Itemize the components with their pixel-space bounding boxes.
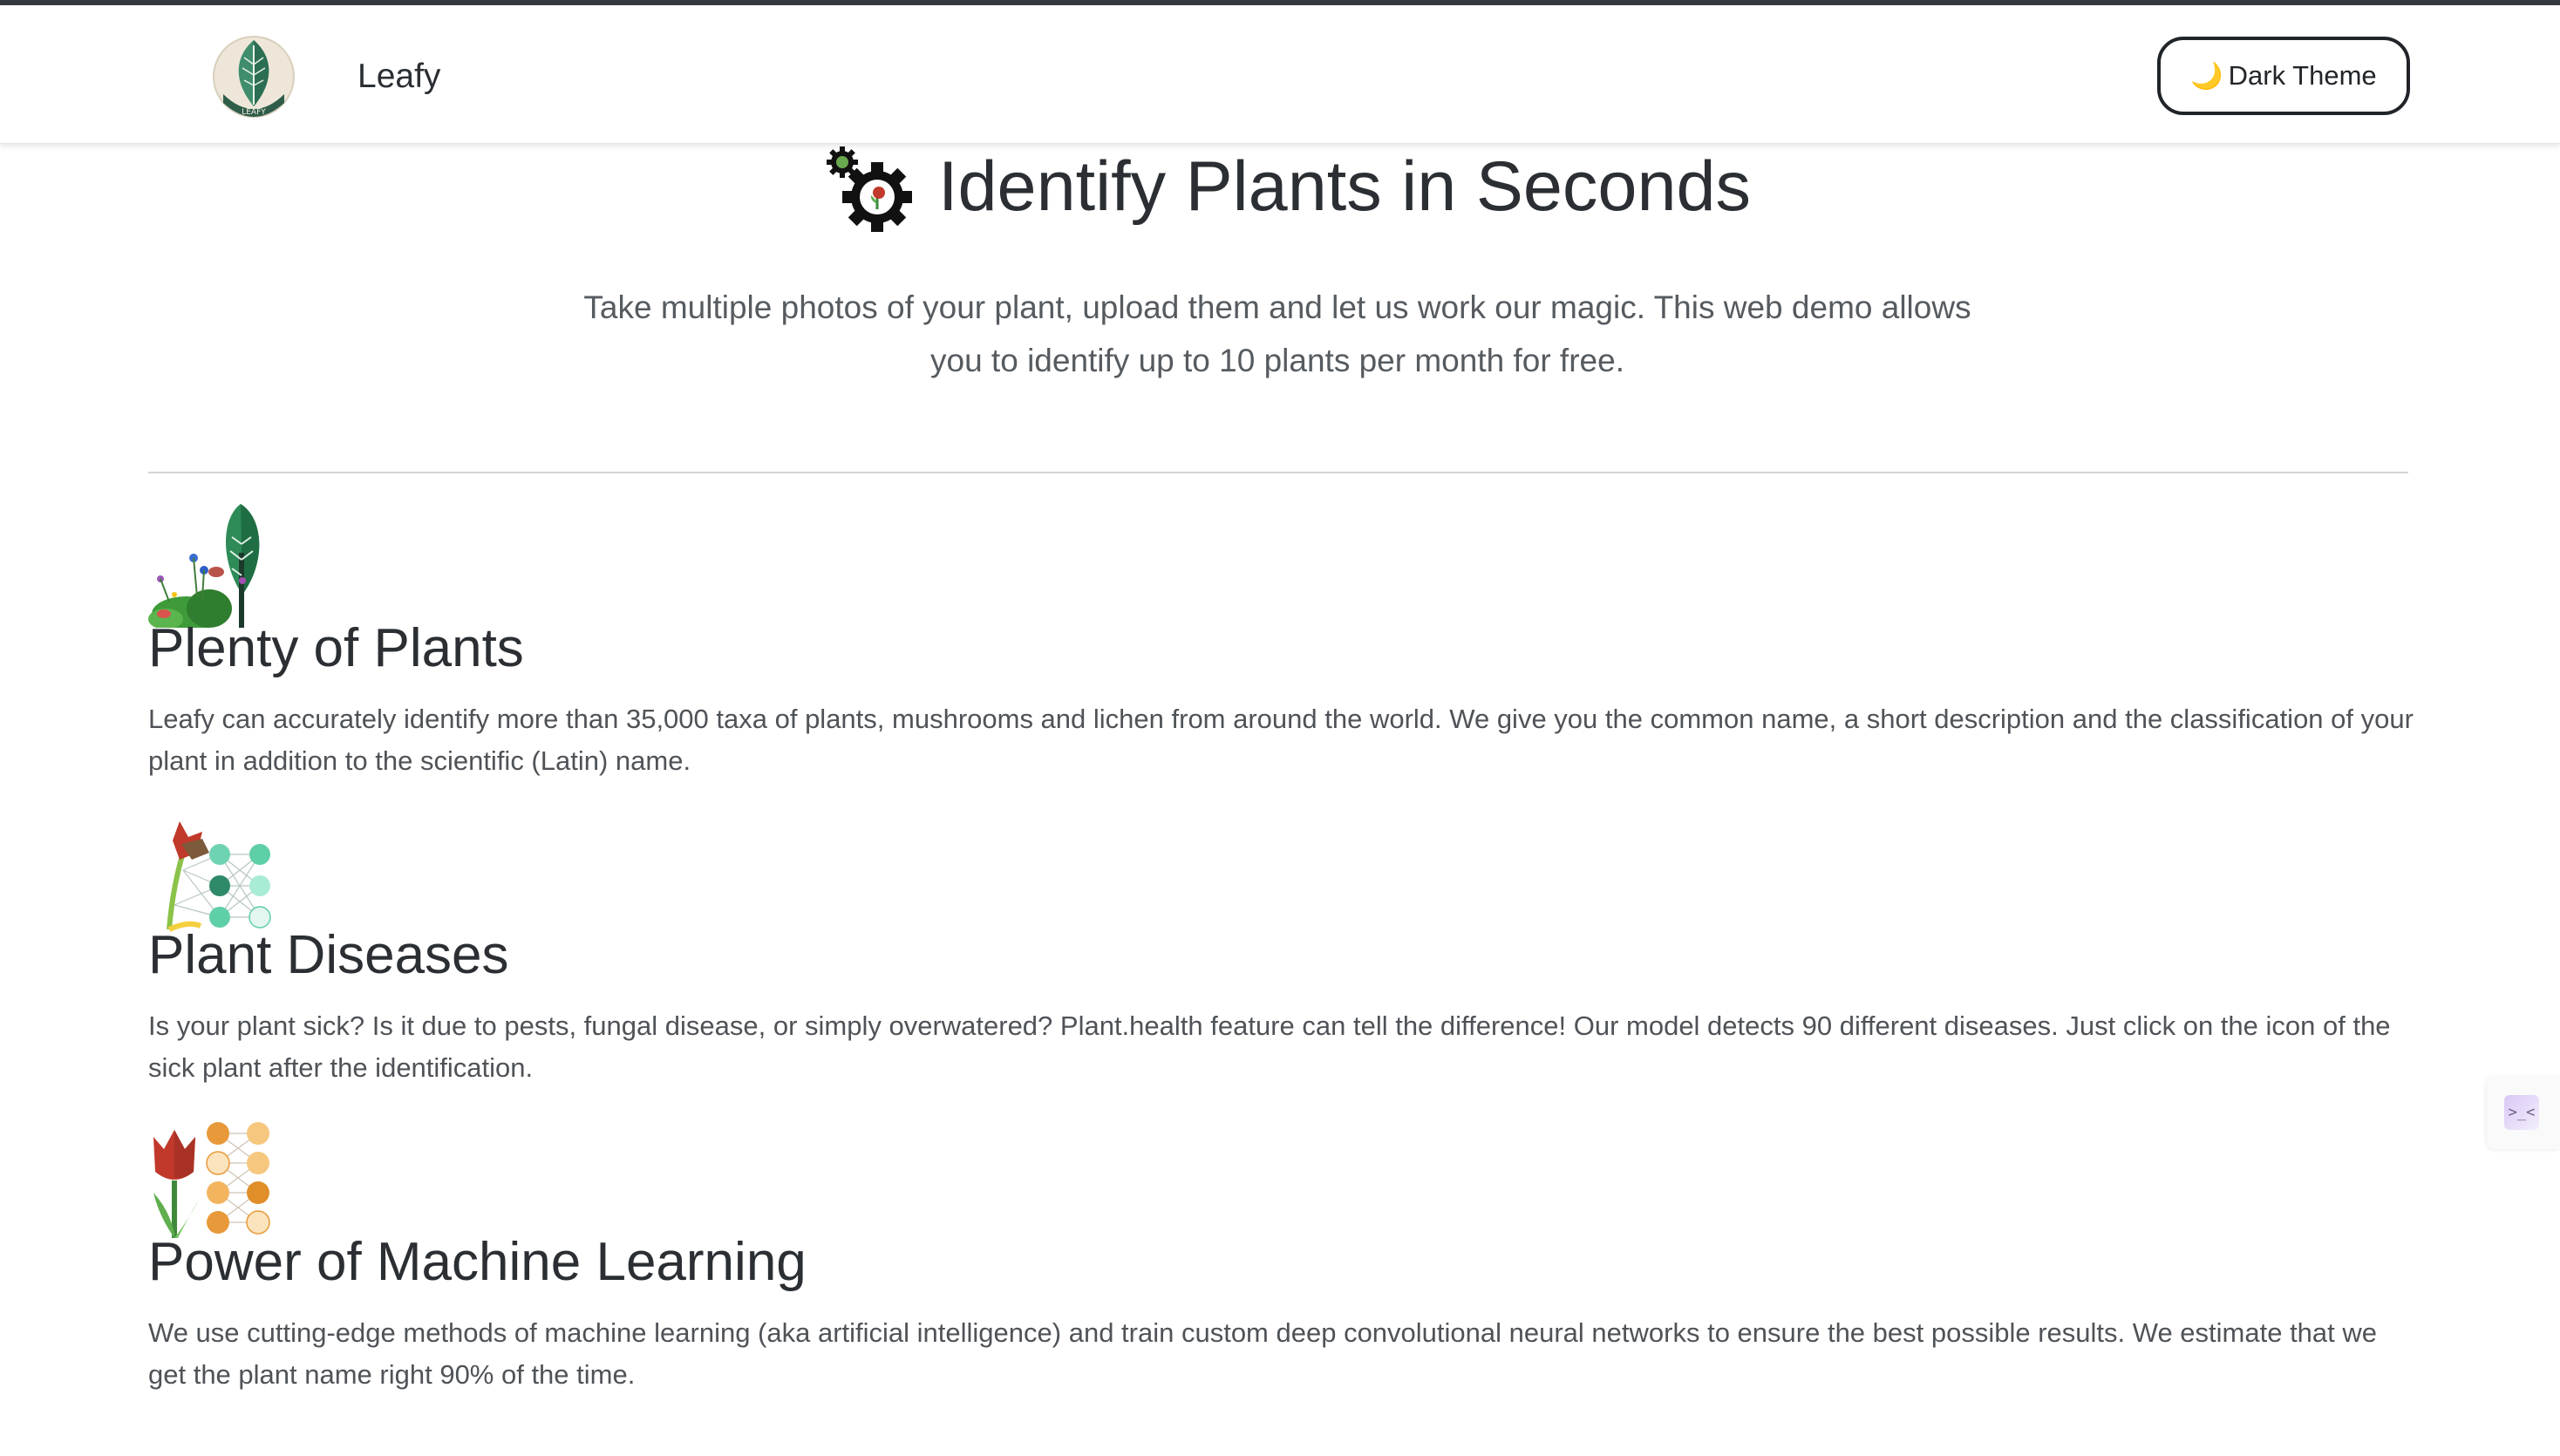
feature-title-plant-diseases: Plant Diseases [148, 925, 509, 985]
page-subtitle: Take multiple photos of your plant, uplo… [583, 289, 1971, 378]
moon-icon: 🌙 [2190, 61, 2223, 91]
tulip-network-icon [153, 1122, 270, 1238]
feature-text-machine-learning: We use cutting-edge methods of machine l… [148, 1317, 2378, 1390]
feature-title-plenty-of-plants: Plenty of Plants [148, 618, 524, 678]
section-divider [148, 472, 2408, 473]
brand-name[interactable]: Leafy [357, 58, 440, 96]
dark-theme-button[interactable]: 🌙 Dark Theme [2157, 37, 2410, 115]
page-title: Identify Plants in Seconds [938, 147, 1752, 226]
gear-plant-icon [827, 146, 912, 232]
leafy-logo[interactable]: LEAFY [211, 30, 296, 124]
assistant-icon: >_< [2504, 1095, 2539, 1130]
sick-plant-network-icon [167, 821, 271, 932]
feature-text-plant-diseases: Is your plant sick? Is it due to pests, … [148, 1010, 2391, 1083]
feature-title-machine-learning: Power of Machine Learning [148, 1232, 807, 1292]
dark-theme-button-label: Dark Theme [2228, 60, 2377, 91]
side-widget-tab[interactable]: >_< [2487, 1076, 2560, 1149]
feature-text-plenty-of-plants: Leafy can accurately identify more than … [148, 704, 2414, 776]
navbar: LEAFY Leafy 🌙 Dark Theme [0, 5, 2560, 144]
plants-trees-icon [148, 504, 260, 628]
logo-text: LEAFY [242, 108, 266, 117]
